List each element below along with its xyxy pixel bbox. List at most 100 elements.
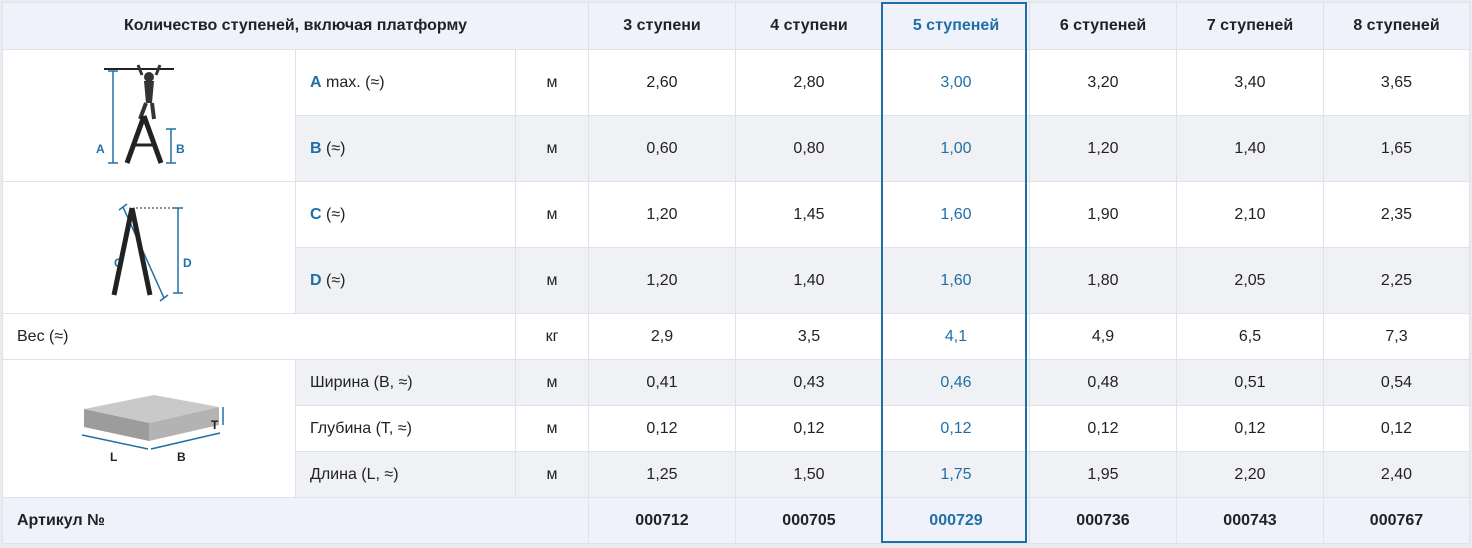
unit-cell: м bbox=[515, 405, 589, 452]
value-cell: 3,20 bbox=[1029, 49, 1177, 116]
ladder-open-diagram: A B bbox=[2, 49, 296, 182]
value-cell: 1,20 bbox=[1029, 115, 1177, 182]
col-header: 7 ступеней bbox=[1176, 2, 1324, 50]
value-cell: 2,20 bbox=[1176, 451, 1324, 498]
value-cell: 1,00 bbox=[882, 115, 1030, 182]
value-cell: 2,60 bbox=[588, 49, 736, 116]
value-cell: 0,46 bbox=[882, 359, 1030, 406]
value-cell: 3,65 bbox=[1323, 49, 1470, 116]
dimension-key: A bbox=[310, 73, 322, 91]
diagram-letter: D bbox=[183, 256, 192, 270]
value-cell: 0,12 bbox=[882, 405, 1030, 452]
row-label: Вес (≈) bbox=[2, 313, 516, 360]
value-cell: 4,9 bbox=[1029, 313, 1177, 360]
unit-cell: м bbox=[515, 115, 589, 182]
ladder-folded-diagram: C D bbox=[2, 181, 296, 314]
value-cell: 1,20 bbox=[588, 181, 736, 248]
value-cell: 3,5 bbox=[735, 313, 883, 360]
value-cell: 0,12 bbox=[1029, 405, 1177, 452]
ladder-folded-icon: C D bbox=[111, 202, 192, 302]
unit-cell: кг bbox=[515, 313, 589, 360]
value-cell: 1,25 bbox=[588, 451, 736, 498]
value-cell: 0,12 bbox=[588, 405, 736, 452]
value-cell: 2,10 bbox=[1176, 181, 1324, 248]
article-cell: 000729 bbox=[882, 497, 1030, 544]
value-cell: 2,35 bbox=[1323, 181, 1470, 248]
value-cell: 1,95 bbox=[1029, 451, 1177, 498]
col-header: 4 ступени bbox=[735, 2, 883, 50]
unit-cell: м bbox=[515, 451, 589, 498]
value-cell: 0,43 bbox=[735, 359, 883, 406]
row-label: Артикул № bbox=[2, 497, 589, 544]
row-label: C (≈) bbox=[295, 181, 516, 248]
row-width: T L B Ширина (B, ≈) м 0,41 0,43 0,46 0,4… bbox=[2, 359, 1470, 498]
row-label: D (≈) bbox=[295, 247, 516, 314]
diagram-letter: B bbox=[176, 142, 185, 156]
article-cell: 000767 bbox=[1323, 497, 1470, 544]
header-title: Количество ступеней, включая платформу bbox=[2, 2, 589, 50]
value-cell: 0,51 bbox=[1176, 359, 1324, 406]
value-cell: 6,5 bbox=[1176, 313, 1324, 360]
row-label: B (≈) bbox=[295, 115, 516, 182]
package-box-icon: T L B bbox=[81, 394, 224, 464]
diagram-letter: B bbox=[177, 450, 186, 464]
value-cell: 0,41 bbox=[588, 359, 736, 406]
dimension-key: C bbox=[310, 205, 322, 223]
col-header: 6 ступеней bbox=[1029, 2, 1177, 50]
value-cell: 0,12 bbox=[735, 405, 883, 452]
value-cell: 1,65 bbox=[1323, 115, 1470, 182]
value-cell: 2,9 bbox=[588, 313, 736, 360]
unit-cell: м bbox=[515, 181, 589, 248]
value-cell: 1,75 bbox=[882, 451, 1030, 498]
diagram-letter: A bbox=[96, 142, 105, 156]
value-cell: 0,54 bbox=[1323, 359, 1470, 406]
article-cell: 000736 bbox=[1029, 497, 1177, 544]
value-cell: 1,80 bbox=[1029, 247, 1177, 314]
value-cell: 3,40 bbox=[1176, 49, 1324, 116]
value-cell: 1,60 bbox=[882, 181, 1030, 248]
ladder-open-icon: A B bbox=[96, 63, 185, 164]
spec-table-container: Количество ступеней, включая платформу 3… bbox=[0, 0, 1472, 548]
spec-table: Количество ступеней, включая платформу 3… bbox=[2, 2, 1470, 544]
dimension-key: D bbox=[310, 271, 322, 289]
value-cell: 0,48 bbox=[1029, 359, 1177, 406]
value-cell: 1,40 bbox=[735, 247, 883, 314]
package-diagram: T L B bbox=[2, 359, 296, 498]
row-weight: Вес (≈) кг 2,9 3,5 4,1 4,9 6,5 7,3 bbox=[2, 313, 1470, 360]
col-header: 5 ступеней bbox=[882, 2, 1030, 50]
dimension-key: B bbox=[310, 139, 322, 157]
value-cell: 1,90 bbox=[1029, 181, 1177, 248]
col-header: 8 ступеней bbox=[1323, 2, 1470, 50]
row-a: A B A max. (≈) м 2,60 2,80 3,00 3,20 3,4… bbox=[2, 49, 1470, 182]
row-label: Ширина (B, ≈) bbox=[295, 359, 516, 406]
unit-cell: м bbox=[515, 49, 589, 116]
value-cell: 0,80 bbox=[735, 115, 883, 182]
article-cell: 000743 bbox=[1176, 497, 1324, 544]
row-label: Глубина (T, ≈) bbox=[295, 405, 516, 452]
value-cell: 2,25 bbox=[1323, 247, 1470, 314]
value-cell: 1,50 bbox=[735, 451, 883, 498]
row-c: C D C (≈) м 1,20 1,45 1,60 1,90 2,10 2,3… bbox=[2, 181, 1470, 314]
row-label: A max. (≈) bbox=[295, 49, 516, 116]
value-cell: 0,12 bbox=[1323, 405, 1470, 452]
value-cell: 0,60 bbox=[588, 115, 736, 182]
article-cell: 000712 bbox=[588, 497, 736, 544]
value-cell: 4,1 bbox=[882, 313, 1030, 360]
value-cell: 0,12 bbox=[1176, 405, 1324, 452]
row-article: Артикул № 000712 000705 000729 000736 00… bbox=[2, 497, 1470, 544]
unit-cell: м bbox=[515, 247, 589, 314]
row-label: Длина (L, ≈) bbox=[295, 451, 516, 498]
article-cell: 000705 bbox=[735, 497, 883, 544]
value-cell: 1,40 bbox=[1176, 115, 1324, 182]
header-row: Количество ступеней, включая платформу 3… bbox=[2, 2, 1470, 50]
col-header: 3 ступени bbox=[588, 2, 736, 50]
value-cell: 2,05 bbox=[1176, 247, 1324, 314]
value-cell: 1,60 bbox=[882, 247, 1030, 314]
value-cell: 1,45 bbox=[735, 181, 883, 248]
value-cell: 2,80 bbox=[735, 49, 883, 116]
value-cell: 3,00 bbox=[882, 49, 1030, 116]
diagram-letter: T bbox=[211, 418, 219, 432]
value-cell: 2,40 bbox=[1323, 451, 1470, 498]
value-cell: 1,20 bbox=[588, 247, 736, 314]
diagram-letter: L bbox=[110, 450, 117, 464]
